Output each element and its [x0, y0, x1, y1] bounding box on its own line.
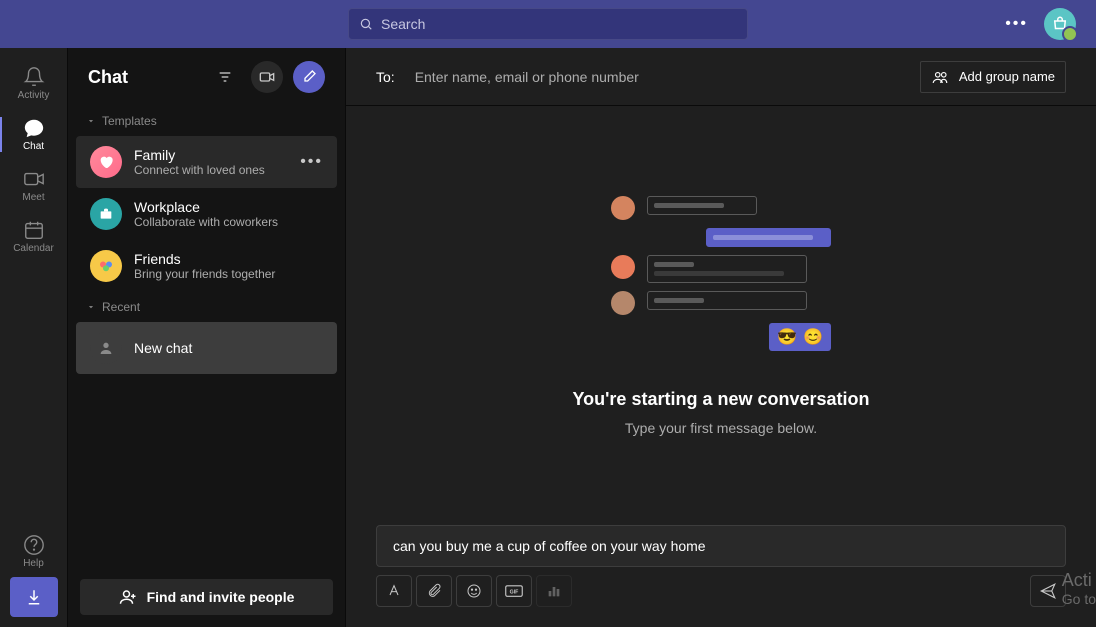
- recent-section-header[interactable]: Recent: [72, 292, 341, 322]
- chat-sidebar: Chat Templates: [68, 48, 346, 627]
- more-button[interactable]: •••: [1005, 15, 1028, 33]
- message-input[interactable]: [376, 525, 1066, 567]
- bell-icon: [23, 66, 45, 88]
- template-family[interactable]: Family Connect with loved ones •••: [76, 136, 337, 188]
- format-icon: [386, 583, 402, 599]
- group-name-label: Add group name: [959, 69, 1055, 84]
- rail-label: Help: [23, 558, 44, 569]
- empty-state-illustration: 😎 😊: [611, 196, 831, 359]
- format-button[interactable]: [376, 575, 412, 607]
- chat-name: Workplace: [134, 199, 323, 215]
- search-placeholder: Search: [381, 16, 425, 32]
- chevron-down-icon: [86, 302, 96, 312]
- chat-icon: [23, 117, 45, 139]
- templates-section-header[interactable]: Templates: [72, 106, 341, 136]
- download-button[interactable]: [10, 577, 58, 617]
- activation-watermark: Acti Go to: [1062, 570, 1096, 607]
- search-input[interactable]: Search: [348, 8, 748, 40]
- chat-sub: Collaborate with coworkers: [134, 215, 323, 229]
- find-invite-button[interactable]: Find and invite people: [80, 579, 333, 615]
- chat-name: New chat: [134, 340, 323, 356]
- send-icon: [1039, 582, 1057, 600]
- chat-name: Friends: [134, 251, 323, 267]
- rail-label: Meet: [22, 192, 44, 203]
- rail-calendar[interactable]: Calendar: [0, 211, 68, 262]
- add-group-name-button[interactable]: Add group name: [920, 61, 1066, 93]
- video-icon: [259, 69, 275, 85]
- send-button[interactable]: [1030, 575, 1066, 607]
- poll-button: [536, 575, 572, 607]
- sidebar-title: Chat: [88, 67, 128, 88]
- gif-icon: GIF: [505, 584, 523, 598]
- rail-label: Chat: [23, 141, 44, 152]
- empty-subtitle: Type your first message below.: [625, 420, 817, 436]
- compose-icon: [301, 69, 317, 85]
- chat-sub: Bring your friends together: [134, 267, 323, 281]
- svg-text:GIF: GIF: [510, 589, 520, 595]
- emoji-button[interactable]: [456, 575, 492, 607]
- attach-button[interactable]: [416, 575, 452, 607]
- chat-more-button[interactable]: •••: [300, 153, 323, 171]
- help-icon: [23, 534, 45, 556]
- filter-button[interactable]: [209, 61, 241, 93]
- gif-button[interactable]: GIF: [496, 575, 532, 607]
- cool-emoji-icon: 😎: [777, 327, 797, 347]
- rail-label: Activity: [18, 90, 50, 101]
- video-icon: [23, 168, 45, 190]
- chat-name: Family: [134, 147, 288, 163]
- app-rail: Activity Chat Meet Calendar Help: [0, 48, 68, 627]
- rail-help[interactable]: Help: [0, 526, 68, 577]
- to-input[interactable]: Enter name, email or phone number: [415, 69, 639, 85]
- rail-label: Calendar: [13, 243, 54, 254]
- heart-avatar-icon: [90, 146, 122, 178]
- new-chat-button[interactable]: [293, 61, 325, 93]
- template-workplace[interactable]: Workplace Collaborate with coworkers: [76, 188, 337, 240]
- recent-new-chat[interactable]: New chat: [76, 322, 337, 374]
- to-label: To:: [376, 69, 395, 85]
- rail-meet[interactable]: Meet: [0, 160, 68, 211]
- briefcase-avatar-icon: [90, 198, 122, 230]
- poll-icon: [546, 583, 562, 599]
- filter-icon: [217, 69, 233, 85]
- section-label: Templates: [102, 114, 157, 128]
- section-label: Recent: [102, 300, 140, 314]
- content-area: To: Enter name, email or phone number Ad…: [346, 48, 1096, 627]
- attach-icon: [426, 583, 442, 599]
- meet-now-button[interactable]: [251, 61, 283, 93]
- chevron-down-icon: [86, 116, 96, 126]
- basket-icon: [1051, 15, 1069, 33]
- friends-avatar-icon: [90, 250, 122, 282]
- template-friends[interactable]: Friends Bring your friends together: [76, 240, 337, 292]
- emoji-icon: [466, 583, 482, 599]
- group-icon: [931, 68, 949, 86]
- calendar-icon: [23, 219, 45, 241]
- smile-emoji-icon: 😊: [803, 327, 823, 347]
- add-person-icon: [119, 588, 137, 606]
- search-icon: [359, 17, 373, 31]
- invite-label: Find and invite people: [147, 589, 295, 605]
- empty-title: You're starting a new conversation: [572, 389, 869, 410]
- person-avatar-icon: [90, 332, 122, 364]
- chat-sub: Connect with loved ones: [134, 163, 288, 177]
- rail-chat[interactable]: Chat: [0, 109, 68, 160]
- topbar: Search •••: [0, 0, 1096, 48]
- download-icon: [25, 588, 43, 606]
- rail-activity[interactable]: Activity: [0, 58, 68, 109]
- user-avatar[interactable]: [1044, 8, 1076, 40]
